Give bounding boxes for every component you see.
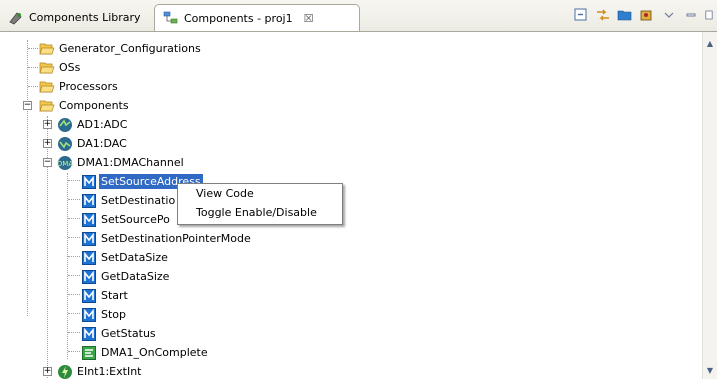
method-icon [81,269,97,285]
component-inspector-icon[interactable] [639,7,655,23]
tree-item-stop[interactable]: Stop [81,305,126,324]
tree-connector [68,332,80,333]
tree-item-ad1-adc[interactable]: AD1:ADC [57,115,127,134]
tree-item-label: Stop [101,308,127,321]
tree-item-setdatasize[interactable]: SetDataSize [81,248,168,267]
component-icon [57,117,73,133]
tree-item-setdestination[interactable]: SetDestinatio [81,191,175,210]
folder-icon [39,98,55,114]
folder-icon [39,79,55,95]
tree-connector [68,199,80,200]
tree-connector [68,294,80,295]
tree-item-setsourcepo[interactable]: SetSourcePo [81,210,170,229]
component-icon: DMA [57,155,73,171]
collapse-toggle[interactable]: − [43,158,52,167]
minimize-icon[interactable] [683,7,699,23]
tree-item-processors[interactable]: Processors [39,77,118,96]
context-menu: View Code Toggle Enable/Disable [177,183,343,225]
tree-connector [47,116,48,379]
tree-connector [68,313,80,314]
component-icon [57,364,73,379]
scrollbar-thumb[interactable] [704,52,716,352]
event-icon [81,345,97,361]
vertical-scrollbar[interactable]: ▲ ▼ [702,32,717,379]
method-icon [81,193,97,209]
menu-item-toggle-enable-disable[interactable]: Toggle Enable/Disable [178,203,342,222]
tree-item-generator-configurations[interactable]: Generator_Configurations [39,39,201,58]
view-toolbar [573,7,713,23]
menu-item-view-code[interactable]: View Code [178,184,342,203]
tree-item-label: DA1:DAC [77,137,127,150]
method-icon [81,326,97,342]
tree-item-label: DMA1:DMAChannel [77,156,184,169]
view-menu-icon[interactable] [661,7,677,23]
tab-label: Components - proj1 [184,11,293,25]
tree-item-label: Components [59,99,129,112]
tab-label: Components Library [29,11,141,24]
tree-item-label: Generator_Configurations [59,42,201,55]
tree-item-label: SetSourcePo [101,213,170,226]
open-folder-icon[interactable] [617,7,633,23]
tree-item-getstatus[interactable]: GetStatus [81,324,156,343]
component-tree: − + + − + Generator_Configurations OSs P… [0,32,703,379]
scroll-down-arrow-icon[interactable]: ▼ [703,363,717,377]
tree-connector [68,275,80,276]
components-tree-icon [163,10,179,26]
method-icon [81,212,97,228]
tree-connector [68,180,80,181]
tree-item-setdestinationpointermode[interactable]: SetDestinationPointerMode [81,229,251,248]
tree-item-dma1-dmachannel[interactable]: DMA DMA1:DMAChannel [57,153,184,172]
tree-connector [28,48,38,49]
close-tab-icon[interactable]: ☒ [304,12,314,25]
tree-item-label: Start [101,289,128,302]
tab-components-library[interactable]: Components Library [0,4,152,31]
view-tab-bar: Components Library Components - proj1 ☒ [0,0,717,32]
tree-connector [28,67,38,68]
expand-toggle[interactable]: + [43,367,52,376]
tree-item-label: DMA1_OnComplete [101,346,208,359]
tree-connector [28,86,38,87]
tree-item-dma1-oncomplete[interactable]: DMA1_OnComplete [81,343,208,362]
method-icon [81,231,97,247]
tree-item-start[interactable]: Start [81,286,128,305]
expand-toggle[interactable]: + [43,139,52,148]
maximize-icon[interactable] [705,7,713,23]
scroll-up-arrow-icon[interactable]: ▲ [703,36,717,50]
tree-item-label: SetDestinatio [101,194,176,207]
tree-item-eint1-extint[interactable]: EInt1:ExtInt [57,362,142,379]
tab-components-proj1[interactable]: Components - proj1 ☒ [154,4,360,31]
tree-item-label: AD1:ADC [77,118,128,131]
tree-item-label: GetStatus [101,327,156,340]
method-icon [81,174,97,190]
collapse-toggle[interactable]: − [23,101,32,110]
tree-connector [68,218,80,219]
expand-toggle[interactable]: + [43,120,52,129]
collapse-all-icon[interactable] [573,7,589,23]
folder-icon [39,41,55,57]
tree-item-label: OSs [59,61,81,74]
tree-item-label: EInt1:ExtInt [77,365,142,378]
folder-icon [39,60,55,76]
components-view: Components Library Components - proj1 ☒ [0,0,717,379]
tree-connector [68,237,80,238]
link-with-editor-icon[interactable] [595,7,611,23]
tree-item-getdatasize[interactable]: GetDataSize [81,267,169,286]
tree-item-oss[interactable]: OSs [39,58,80,77]
method-icon [81,307,97,323]
tree-connector [68,351,80,352]
svg-text:DMA: DMA [57,160,73,168]
components-library-icon [8,10,24,26]
method-icon [81,288,97,304]
tree-connector [68,256,80,257]
tree-item-label: Processors [59,80,118,93]
tree-item-label: SetDestinationPointerMode [101,232,251,245]
component-icon [57,136,73,152]
tree-item-components[interactable]: Components [39,96,129,115]
method-icon [81,250,97,266]
tree-connector [27,40,28,316]
tree-item-label: SetDataSize [101,251,168,264]
tree-item-label: GetDataSize [101,270,170,283]
tree-item-da1-dac[interactable]: DA1:DAC [57,134,127,153]
